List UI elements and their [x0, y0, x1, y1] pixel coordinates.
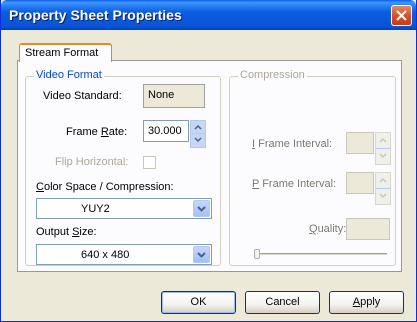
compression-legend: Compression: [238, 69, 307, 81]
p-frame-interval-input[interactable]: [346, 172, 374, 194]
ok-button-label: OK: [190, 296, 207, 308]
ok-button[interactable]: OK: [161, 291, 236, 314]
i-frame-interval-spinner[interactable]: [375, 132, 391, 165]
quality-slider-track[interactable]: [257, 253, 387, 256]
flip-horizontal-checkbox[interactable]: [143, 156, 156, 169]
chevron-down-icon: [197, 206, 206, 212]
frame-rate-down-button[interactable]: [191, 134, 205, 147]
flip-horizontal-label: Flip Horizontal:: [55, 156, 129, 168]
stream-format-panel: Video Format Video Standard: None Frame …: [17, 60, 402, 272]
color-space-dropdown-button[interactable]: [193, 200, 210, 217]
color-space-select[interactable]: YUY2: [36, 198, 212, 219]
close-icon: [396, 10, 407, 21]
video-format-group: Video Format Video Standard: None Frame …: [25, 69, 221, 266]
window-title: Property Sheet Properties: [9, 7, 182, 23]
close-button[interactable]: [391, 5, 412, 26]
output-size-label: Output Size:: [36, 226, 97, 238]
i-frame-interval-input[interactable]: [346, 132, 374, 154]
frame-rate-up-button[interactable]: [191, 121, 205, 134]
title-bar[interactable]: Property Sheet Properties: [1, 0, 416, 30]
cancel-button-label: Cancel: [265, 296, 300, 308]
apply-button[interactable]: Apply: [329, 291, 404, 314]
i-frame-down-button[interactable]: [376, 149, 390, 165]
apply-button-label: Apply: [352, 296, 381, 308]
frame-rate-spinner[interactable]: [190, 120, 206, 148]
compression-group: Compression I Frame Interval: P Frame In…: [229, 69, 396, 266]
p-frame-down-button[interactable]: [376, 189, 390, 205]
chevron-down-icon: [379, 152, 387, 158]
video-standard-field: None: [143, 84, 205, 108]
tab-stream-format[interactable]: Stream Format: [19, 43, 112, 62]
color-space-value: YUY2: [81, 203, 110, 215]
output-size-value: 640 x 480: [81, 249, 130, 261]
i-frame-interval-label: I Frame Interval:: [252, 138, 333, 150]
i-frame-up-button[interactable]: [376, 133, 390, 149]
frame-rate-input[interactable]: 30.000: [143, 120, 189, 142]
p-frame-interval-spinner[interactable]: [375, 172, 391, 205]
video-standard-label: Video Standard:: [43, 90, 122, 102]
frame-rate-value: 30.000: [148, 125, 182, 137]
p-frame-interval-label: P Frame Interval:: [252, 178, 337, 190]
chevron-up-icon: [194, 124, 202, 130]
quality-label: Quality:: [309, 223, 347, 235]
video-format-legend: Video Format: [34, 69, 104, 81]
output-size-select[interactable]: 640 x 480: [36, 244, 212, 265]
chevron-down-icon: [194, 137, 202, 143]
video-standard-value: None: [148, 89, 175, 101]
property-sheet-dialog: Property Sheet Properties Stream Format …: [0, 0, 417, 322]
tab-label: Stream Format: [25, 47, 99, 59]
chevron-down-icon: [197, 252, 206, 258]
chevron-up-icon: [379, 177, 387, 183]
cancel-button[interactable]: Cancel: [245, 291, 320, 314]
chevron-down-icon: [379, 192, 387, 198]
quality-slider-thumb[interactable]: [254, 249, 260, 259]
color-space-label: Color Space / Compression:: [36, 181, 174, 193]
output-size-dropdown-button[interactable]: [193, 246, 210, 263]
chevron-up-icon: [379, 137, 387, 143]
p-frame-up-button[interactable]: [376, 173, 390, 189]
quality-input[interactable]: [346, 218, 390, 240]
frame-rate-label: Frame Rate:: [66, 126, 128, 138]
